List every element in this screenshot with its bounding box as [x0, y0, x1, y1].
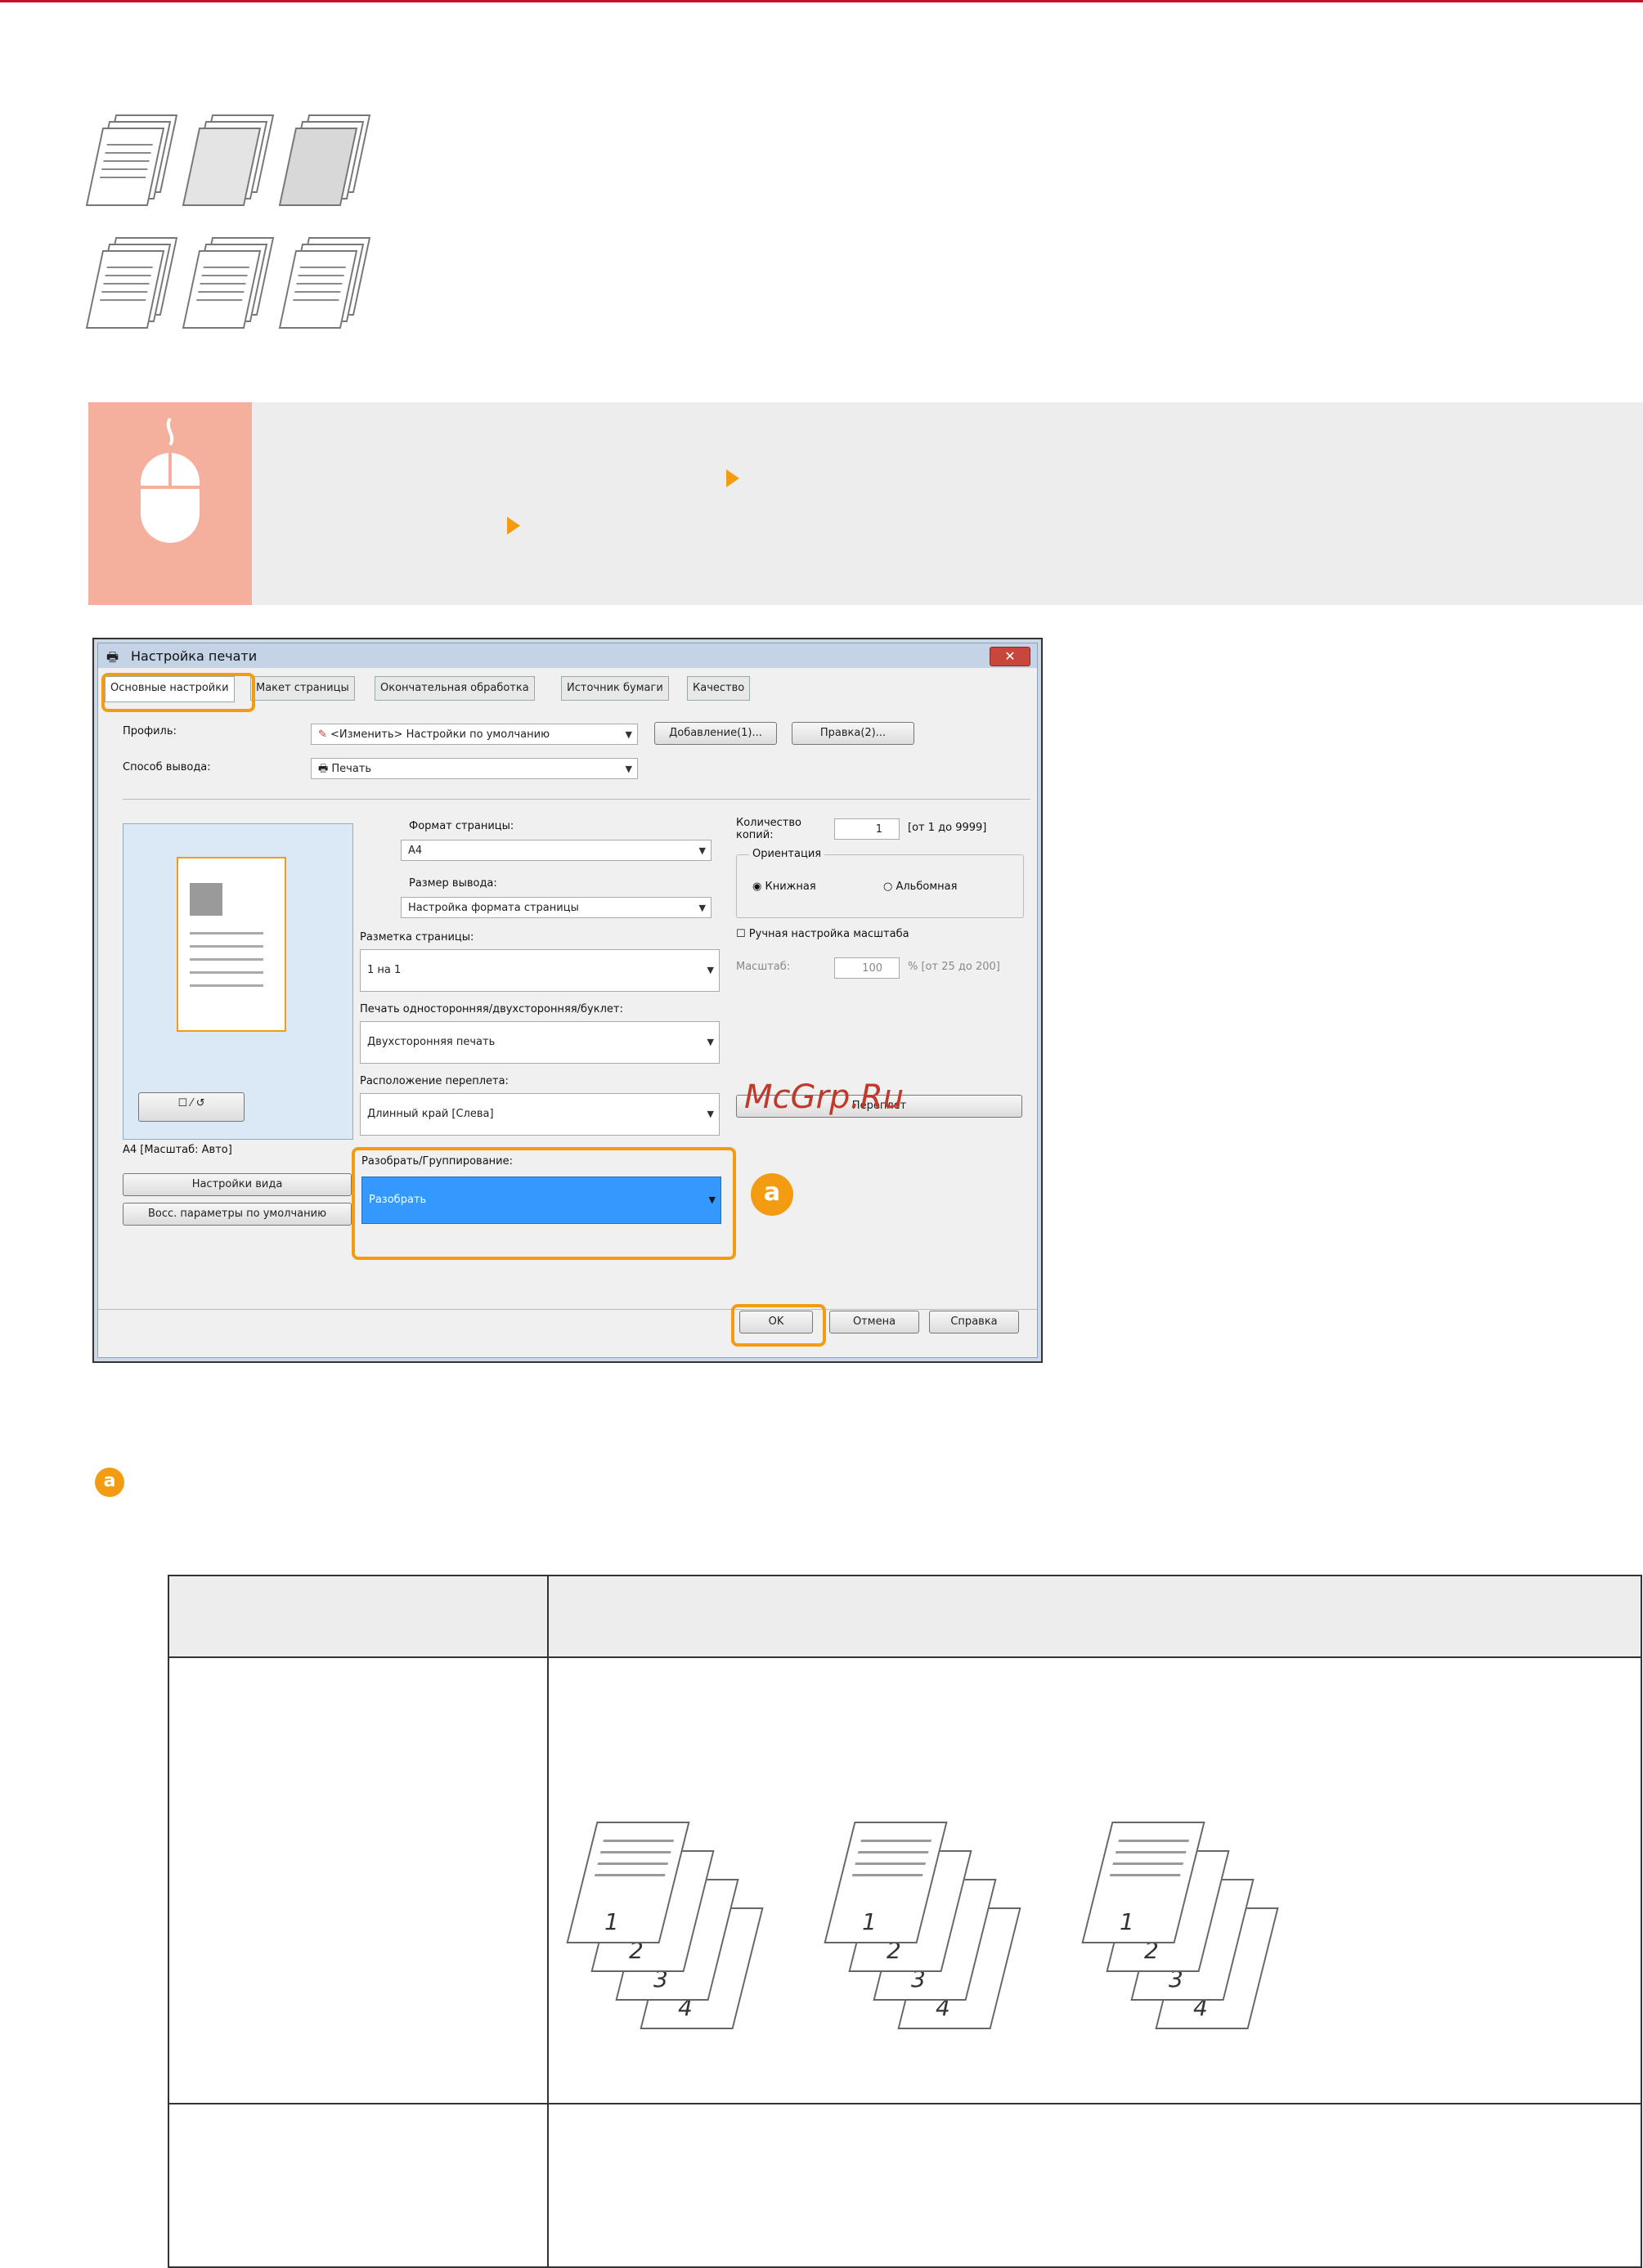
profile-select[interactable]: ✎ <Изменить> Настройки по умолчанию ▼: [311, 724, 638, 745]
orientation-label: Ориентация: [749, 848, 825, 860]
watermark: McGrp.Ru: [744, 1078, 905, 1116]
output-size-select[interactable]: Настройка формата страницы ▼: [401, 897, 712, 918]
binding-label: Расположение переплета:: [360, 1075, 509, 1087]
collation-illustration: [85, 114, 388, 343]
landscape-label: Альбомная: [896, 881, 958, 893]
mouse-icon-box: [88, 402, 252, 605]
table-row-label: [168, 2103, 549, 2268]
tab-paper-source[interactable]: Источник бумаги: [561, 676, 669, 701]
page-stack-icon: [182, 237, 275, 329]
chevron-down-icon: ▼: [708, 1195, 716, 1205]
table-row-content: [547, 2103, 1642, 2268]
top-rule: [0, 0, 1643, 2]
chevron-down-icon: ▼: [698, 845, 706, 856]
page-size-label: Формат страницы:: [409, 820, 514, 832]
callout-badge-a-legend: a: [95, 1468, 124, 1497]
collate-options-table: 4 3 2 1 4 3 2 1 4 3 2 1: [168, 1575, 1642, 2268]
table-header-cell: [547, 1575, 1642, 1658]
close-button[interactable]: ✕: [990, 647, 1030, 666]
scale-input[interactable]: 100: [834, 957, 900, 979]
table-header-cell: [168, 1575, 549, 1658]
tab-finishing[interactable]: Окончательная обработка: [375, 676, 535, 701]
chevron-down-icon: ▼: [698, 903, 706, 913]
page-stack-icon: [278, 114, 371, 206]
profile-label: Профиль:: [123, 725, 177, 737]
page-size-select[interactable]: A4 ▼: [401, 840, 712, 861]
output-method-value: Печать: [331, 763, 372, 775]
restore-defaults-button[interactable]: Восс. параметры по умолчанию: [123, 1203, 352, 1226]
table-row-illustration: 4 3 2 1 4 3 2 1 4 3 2 1: [547, 1656, 1642, 2104]
page-size-value: A4: [408, 845, 423, 857]
collate-value: Разобрать: [369, 1194, 427, 1206]
page-stack-icon: [85, 237, 178, 329]
portrait-label: Книжная: [765, 881, 816, 893]
print-settings-dialog: 🖶 Настройка печати ✕ Основные настройки …: [97, 643, 1038, 1358]
page-number: 1: [862, 1908, 877, 1935]
collate-select[interactable]: Разобрать ▼: [361, 1177, 721, 1224]
chevron-down-icon: ▼: [707, 1037, 714, 1047]
manual-scale-checkbox[interactable]: ☐ Ручная настройка масштаба: [736, 928, 909, 940]
preview-page: [177, 857, 286, 1032]
table-row-label: [168, 1656, 549, 2104]
edit-profile-button[interactable]: Правка(2)...: [792, 722, 914, 745]
duplex-select[interactable]: Двухсторонняя печать ▼: [360, 1021, 720, 1064]
page-number: 1: [1120, 1908, 1134, 1935]
collate-label: Разобрать/Группирование:: [361, 1155, 514, 1168]
portrait-radio[interactable]: ◉ Книжная: [752, 881, 816, 893]
scale-label: Масштаб:: [736, 961, 791, 973]
layout-value: 1 на 1: [367, 964, 402, 976]
page-stack-icon: [182, 114, 275, 206]
chevron-down-icon: ▼: [625, 729, 632, 740]
manual-scale-label: Ручная настройка масштаба: [748, 928, 909, 940]
next-step-arrow-icon: [726, 469, 739, 487]
duplex-value: Двухсторонняя печать: [367, 1036, 496, 1048]
duplex-label: Печать односторонняя/двухсторонняя/букле…: [360, 1003, 623, 1015]
dialog-titlebar: 🖶 Настройка печати ✕: [98, 643, 1037, 668]
pencil-icon: ✎: [318, 728, 331, 741]
output-size-label: Размер вывода:: [409, 877, 497, 890]
page-stack-icon: [85, 114, 178, 206]
chevron-down-icon: ▼: [707, 1109, 714, 1119]
binding-value: Длинный край [Слева]: [367, 1108, 494, 1120]
page-number: 1: [604, 1908, 619, 1935]
next-step-arrow-icon: [507, 517, 520, 535]
copies-input[interactable]: 1: [834, 818, 900, 840]
scale-value: 100: [862, 962, 882, 975]
ok-button[interactable]: OK: [739, 1311, 813, 1333]
tab-quality[interactable]: Качество: [687, 676, 751, 701]
callout-badge-a: a: [751, 1173, 793, 1216]
mouse-icon: [141, 417, 200, 543]
copies-value: 1: [875, 823, 882, 836]
printer-icon: 🖶: [106, 649, 119, 665]
view-toggle-button[interactable]: ☐ ⁄ ↺: [138, 1092, 245, 1122]
preview-caption: A4 [Масштаб: Авто]: [123, 1144, 232, 1156]
copies-label: Количество копий:: [736, 817, 801, 841]
output-method-select[interactable]: 🖶 Печать ▼: [311, 758, 638, 779]
binding-select[interactable]: Длинный край [Слева] ▼: [360, 1093, 720, 1136]
output-method-label: Способ вывода:: [123, 761, 211, 773]
chevron-down-icon: ▼: [707, 965, 714, 975]
output-size-value: Настройка формата страницы: [408, 902, 579, 914]
printer-icon: 🖶: [318, 763, 332, 775]
dialog-title: Настройка печати: [131, 648, 258, 664]
landscape-radio[interactable]: ○ Альбомная: [883, 881, 957, 893]
add-profile-button[interactable]: Добавление(1)...: [654, 722, 777, 745]
scale-range: % [от 25 до 200]: [908, 961, 1000, 973]
page-stack-icon: [278, 237, 371, 329]
copies-range: [от 1 до 9999]: [908, 822, 987, 834]
page-preview: ☐ ⁄ ↺: [123, 823, 353, 1140]
print-settings-screenshot: 🖶 Настройка печати ✕ Основные настройки …: [92, 638, 1043, 1363]
view-settings-button[interactable]: Настройки вида: [123, 1173, 352, 1196]
divider: [123, 799, 1030, 800]
layout-select[interactable]: 1 на 1 ▼: [360, 949, 720, 992]
layout-label: Разметка страницы:: [360, 931, 474, 944]
chevron-down-icon: ▼: [625, 764, 632, 774]
cancel-button[interactable]: Отмена: [829, 1311, 919, 1333]
tab-page-layout[interactable]: Макет страницы: [250, 676, 355, 701]
operation-banner: [88, 402, 1643, 605]
tab-highlight: [101, 673, 255, 712]
help-button[interactable]: Справка: [929, 1311, 1019, 1333]
divider: [98, 1309, 1037, 1310]
profile-value: <Изменить> Настройки по умолчанию: [330, 728, 550, 741]
